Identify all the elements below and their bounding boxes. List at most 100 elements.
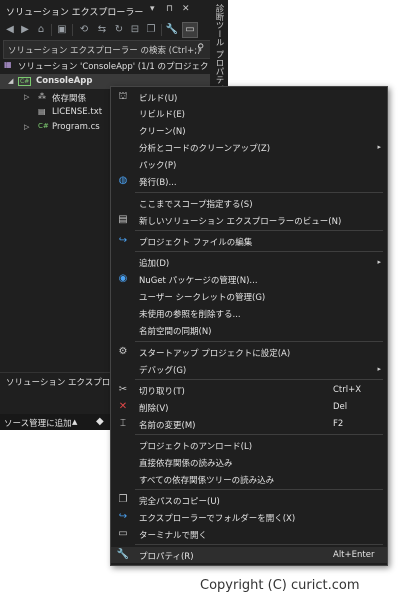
wrench-icon: 🔧 xyxy=(116,549,130,560)
menu-label: パック(P) xyxy=(139,161,177,171)
menu-label: 名前の変更(M) xyxy=(139,421,196,431)
csharp-project-icon: C# xyxy=(18,77,32,86)
delete-x-icon: ✕ xyxy=(118,401,128,412)
toolbar-separator xyxy=(51,24,52,36)
history-icon[interactable]: ⟲ xyxy=(77,23,91,37)
nuget-icon: ◉ xyxy=(118,273,128,284)
edit-file-icon: ↪ xyxy=(118,235,128,246)
menu-item-user-secrets[interactable]: ユーザー シークレットの管理(G) xyxy=(111,288,387,304)
submenu-arrow-icon: ▸ xyxy=(377,143,381,151)
menu-item-clean[interactable]: クリーン(N) xyxy=(111,122,387,138)
menu-item-nuget[interactable]: ◉ NuGet パッケージの管理(N)... xyxy=(111,271,387,287)
tree-item-solution[interactable]: ▦ ソリューション 'ConsoleApp' (1/1 のプロジェクト) xyxy=(0,58,228,73)
forward-icon[interactable]: ▶ xyxy=(18,23,32,37)
search-input[interactable]: ソリューション エクスプローラー の検索 (Ctrl+;) xyxy=(8,44,200,56)
menu-label: プロジェクトのアンロード(L) xyxy=(139,442,253,452)
menu-label: ユーザー シークレットの管理(G) xyxy=(139,293,266,303)
menu-item-new-view[interactable]: ▤ 新しいソリューション エクスプローラーのビュー(N) xyxy=(111,212,387,228)
home-icon[interactable]: ⌂ xyxy=(34,23,48,37)
up-arrow-icon[interactable]: ▲ xyxy=(72,418,77,426)
menu-shortcut: Del xyxy=(333,402,348,412)
expanded-chevron-icon[interactable]: ◢ xyxy=(8,77,13,85)
context-menu: ⛫ ビルド(U) リビルド(E) クリーン(N) 分析とコードのクリーンアップ(… xyxy=(110,86,388,566)
menu-label: 追加(D) xyxy=(139,259,170,269)
menu-label: 名前空間の同期(N) xyxy=(139,327,212,337)
menu-label: 発行(B)... xyxy=(139,178,177,188)
menu-shortcut: F2 xyxy=(333,419,344,429)
menu-item-load-all[interactable]: すべての依存関係ツリーの読み込み xyxy=(111,471,387,487)
new-view-icon: ▤ xyxy=(118,214,128,225)
submenu-arrow-icon: ▸ xyxy=(377,258,381,266)
title-bar: ソリューション エクスプローラー ▾ ⊓ ✕ xyxy=(0,0,228,20)
menu-item-rebuild[interactable]: リビルド(E) xyxy=(111,105,387,121)
menu-item-pack[interactable]: パック(P) xyxy=(111,156,387,172)
solution-icon: ▦ xyxy=(4,60,12,69)
menu-item-open-folder[interactable]: ↪ エクスプローラーでフォルダーを開く(X) xyxy=(111,509,387,525)
menu-item-analyze[interactable]: 分析とコードのクリーンアップ(Z) ▸ xyxy=(111,139,387,155)
collapsed-chevron-icon[interactable]: ▷ xyxy=(24,123,29,131)
menu-item-terminal[interactable]: ▭ ターミナルで開く xyxy=(111,526,387,542)
menu-item-rename[interactable]: ⌶ 名前の変更(M) F2 xyxy=(111,416,387,432)
menu-shortcut: Alt+Enter xyxy=(333,550,375,560)
toolbar-separator xyxy=(72,24,73,36)
window-position-icon[interactable]: ▾ xyxy=(150,4,155,14)
close-icon[interactable]: ✕ xyxy=(182,4,190,14)
switch-views-icon[interactable]: ▣ xyxy=(55,23,69,37)
menu-label: ターミナルで開く xyxy=(139,531,208,541)
refresh-icon[interactable]: ↻ xyxy=(112,23,126,37)
collapsed-chevron-icon[interactable]: ▷ xyxy=(24,93,29,101)
copy-icon: ❐ xyxy=(118,494,128,505)
menu-shortcut: Ctrl+X xyxy=(333,385,362,395)
menu-separator xyxy=(135,192,383,193)
source-control-button[interactable]: ソース管理に追加 xyxy=(4,417,72,429)
copyright-watermark: Copyright (C) curict.com xyxy=(200,578,360,593)
program-label: Program.cs xyxy=(52,122,100,132)
menu-item-properties[interactable]: 🔧 プロパティ(R) Alt+Enter xyxy=(111,547,387,563)
submenu-arrow-icon: ▸ xyxy=(377,365,381,373)
menu-separator xyxy=(135,251,383,252)
search-icon[interactable]: ⚲ xyxy=(197,43,204,53)
menu-separator xyxy=(135,489,383,490)
scissors-icon: ✂ xyxy=(118,384,128,395)
menu-item-sync-namespaces[interactable]: 名前空間の同期(N) xyxy=(111,322,387,338)
menu-label: 分析とコードのクリーンアップ(Z) xyxy=(139,144,271,154)
menu-item-scope[interactable]: ここまでスコープ指定する(S) xyxy=(111,195,387,211)
menu-item-unload[interactable]: プロジェクトのアンロード(L) xyxy=(111,437,387,453)
menu-item-add[interactable]: 追加(D) ▸ xyxy=(111,254,387,270)
rename-icon: ⌶ xyxy=(120,418,126,429)
collapse-all-icon[interactable]: ⊟ xyxy=(128,23,142,37)
menu-item-remove-unused[interactable]: 未使用の参照を削除する... xyxy=(111,305,387,321)
window-title: ソリューション エクスプローラー xyxy=(6,8,144,18)
toolbar: ◀ ▶ ⌂ ▣ ⟲ ⇆ ↻ ⊟ ❐ 🔧 ▭ xyxy=(0,20,228,40)
back-icon[interactable]: ◀ xyxy=(3,23,17,37)
menu-label: 完全パスのコピー(U) xyxy=(139,497,220,507)
menu-label: 新しいソリューション エクスプローラーのビュー(N) xyxy=(139,217,342,227)
menu-label: プロパティ(R) xyxy=(139,552,194,562)
menu-item-copy-path[interactable]: ❐ 完全パスのコピー(U) xyxy=(111,492,387,508)
menu-item-debug[interactable]: デバッグ(G) ▸ xyxy=(111,361,387,377)
menu-label: すべての依存関係ツリーの読み込み xyxy=(139,476,275,486)
menu-item-load-direct[interactable]: 直接依存関係の読み込み xyxy=(111,454,387,470)
toolbar-separator xyxy=(161,24,162,36)
menu-label: プロジェクト ファイルの編集 xyxy=(139,238,253,248)
menu-label: 直接依存関係の読み込み xyxy=(139,459,233,469)
menu-item-startup[interactable]: ⚙ スタートアップ プロジェクトに設定(A) xyxy=(111,344,387,360)
menu-item-build[interactable]: ⛫ ビルド(U) xyxy=(111,89,387,105)
git-icon[interactable]: ◆ xyxy=(96,416,104,427)
search-box[interactable]: ソリューション エクスプローラー の検索 (Ctrl+;) ⚲ ▾ xyxy=(3,40,221,59)
properties-wrench-icon[interactable]: 🔧 xyxy=(165,23,179,37)
license-label: LICENSE.txt xyxy=(52,107,103,117)
menu-separator xyxy=(135,434,383,435)
sync-icon[interactable]: ⇆ xyxy=(95,23,109,37)
menu-item-edit-project[interactable]: ↪ プロジェクト ファイルの編集 xyxy=(111,233,387,249)
side-tab-diagnostics[interactable]: 診断ツール xyxy=(213,4,225,47)
menu-separator xyxy=(135,379,383,380)
pin-icon[interactable]: ⊓ xyxy=(166,4,173,14)
dependencies-icon: ⁂ xyxy=(38,92,46,101)
menu-item-cut[interactable]: ✂ 切り取り(T) Ctrl+X xyxy=(111,382,387,398)
preview-selected-icon[interactable]: ▭ xyxy=(182,22,198,38)
show-all-files-icon[interactable]: ❐ xyxy=(144,23,158,37)
menu-label: デバッグ(G) xyxy=(139,366,187,376)
menu-item-delete[interactable]: ✕ 削除(V) Del xyxy=(111,399,387,415)
menu-item-publish[interactable]: ◍ 発行(B)... xyxy=(111,173,387,189)
